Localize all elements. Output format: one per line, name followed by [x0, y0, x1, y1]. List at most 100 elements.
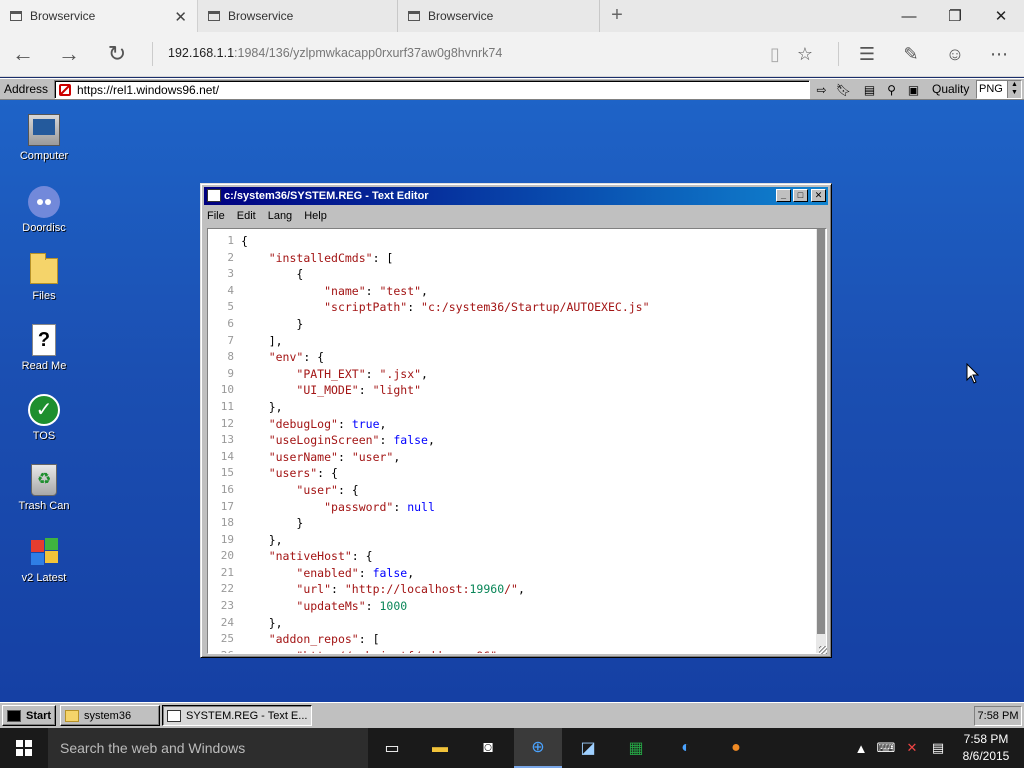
reading-view-icon[interactable]: ▯: [760, 40, 790, 68]
quality-select[interactable]: PNG ▲ ▼: [976, 80, 1022, 99]
code-line: "installedCmds": [: [268, 250, 394, 265]
file-explorer-icon[interactable]: ▬: [416, 728, 464, 768]
scrollbar-thumb[interactable]: [817, 229, 825, 634]
desktop-icon-trash[interactable]: ♻ Trash Can: [8, 464, 80, 512]
discord-icon: [28, 186, 60, 218]
ie-icon[interactable]: ◐: [662, 728, 710, 768]
code-editor[interactable]: 1 2 3 4 5 6 7 8 9 10 11 12 13 14 15 16 17 18 19 20 21 22 23 24 2…: [207, 228, 827, 654]
media-app-icon[interactable]: ●: [712, 728, 760, 768]
menu-file[interactable]: File: [205, 208, 227, 226]
show-hidden-icons-icon[interactable]: ▲: [852, 728, 870, 768]
volume-muted-icon[interactable]: ✕: [900, 728, 924, 768]
spinner-arrows-icon[interactable]: ▲ ▼: [1007, 81, 1021, 98]
resize-grip-icon[interactable]: [819, 646, 827, 654]
divider: [152, 42, 153, 66]
hub-icon[interactable]: ☰: [852, 40, 882, 68]
bookmarks-list-icon[interactable]: ▤: [860, 80, 879, 99]
code-line: "env": {: [268, 350, 325, 365]
recycle-bin-icon: ♻: [31, 464, 57, 496]
code-line: }: [241, 316, 304, 331]
restore-button[interactable]: ❐: [932, 0, 978, 32]
code-content[interactable]: { "installedCmds": [ { "name": "test", "…: [241, 233, 650, 653]
browser-tab-2[interactable]: Browservice: [198, 0, 398, 32]
desktop-icon-tos[interactable]: ✓ TOS: [8, 394, 80, 442]
feedback-smiley-icon[interactable]: ☺: [940, 40, 970, 68]
go-arrow-icon[interactable]: ⇨: [812, 80, 831, 99]
menu-edit[interactable]: Edit: [235, 208, 258, 226]
taskbar-item-text-editor[interactable]: SYSTEM.REG - Text E...: [162, 705, 312, 726]
document-icon: ?: [32, 324, 56, 356]
code-line: },: [241, 532, 283, 547]
more-options-icon[interactable]: ⋯: [984, 40, 1014, 68]
back-arrow-icon[interactable]: ←: [6, 38, 40, 70]
insecure-icon: [59, 83, 71, 96]
system-clock[interactable]: 7:58 PM 8/6/2015: [956, 731, 1016, 765]
browser-tab-1[interactable]: Browservice ✕: [0, 0, 198, 32]
store-icon[interactable]: ◙: [464, 728, 512, 768]
code-line: "PATH_EXT": ".jsx",: [296, 366, 428, 381]
url-bar[interactable]: 192.168.1.1:1984/136/yzlpmwkacapp0rxurf3…: [168, 46, 502, 60]
line-number: 4: [227, 283, 234, 297]
mouse-cursor-icon: [966, 363, 979, 384]
code-line: {: [241, 267, 304, 282]
menu-help[interactable]: Help: [302, 208, 329, 226]
line-number: 8: [227, 350, 234, 364]
desktop-icon-readme[interactable]: ? Read Me: [8, 324, 80, 372]
taskbar-item-label: SYSTEM.REG - Text E...: [186, 709, 308, 722]
desktop-icon-label: Files: [32, 290, 56, 302]
action-center-icon[interactable]: ▤: [926, 728, 950, 768]
edge-browser-icon[interactable]: ⊕: [514, 728, 562, 768]
desktop-icon-files[interactable]: Files: [8, 253, 80, 302]
clipboard-icon[interactable]: ▣: [904, 80, 923, 99]
quality-label: Quality: [932, 82, 970, 96]
menu-bar: File Edit Lang Help: [205, 208, 337, 226]
line-number: 13: [220, 433, 234, 447]
desktop-icon-v2-latest[interactable]: v2 Latest: [8, 536, 80, 584]
window-title-bar[interactable]: c:/system36/SYSTEM.REG - Text Editor _ □…: [204, 187, 828, 205]
minimize-button[interactable]: —: [886, 0, 932, 32]
find-icon[interactable]: ⚲: [882, 80, 901, 99]
maximize-button[interactable]: □: [793, 189, 808, 202]
remote-app-icon[interactable]: ◪: [564, 728, 612, 768]
code-line: {: [241, 234, 248, 248]
code-line: "url": "http://localhost:19960/",: [296, 582, 525, 597]
start-logo-icon: [7, 709, 21, 722]
close-window-button[interactable]: ✕: [978, 0, 1024, 32]
line-number: 7: [227, 333, 234, 347]
taskbar-item-system36[interactable]: system36: [60, 705, 160, 726]
close-tab-icon[interactable]: ✕: [174, 8, 187, 26]
line-number: 2: [227, 250, 234, 264]
network-icon[interactable]: ⌨: [874, 728, 898, 768]
desktop-icon-computer[interactable]: Computer: [8, 114, 80, 162]
windows-start-button[interactable]: [0, 728, 48, 768]
page-icon: [208, 11, 220, 21]
search-box[interactable]: Search the web and Windows: [48, 728, 368, 768]
line-number: 19: [220, 532, 234, 546]
refresh-icon[interactable]: ↻: [100, 38, 134, 70]
browservice-toolbar: Address https://rel1.windows96.net/ ⇨ 🔖︎…: [0, 78, 1024, 100]
excel-icon[interactable]: ▦: [612, 728, 660, 768]
line-number-gutter: 1 2 3 4 5 6 7 8 9 10 11 12 13 14 15 16 17 18 19 20 21 22 23 24 2…: [208, 233, 234, 653]
start-button[interactable]: Start: [2, 705, 56, 726]
web-note-icon[interactable]: ✎: [896, 40, 926, 68]
task-view-icon[interactable]: ▭: [368, 728, 416, 768]
address-input[interactable]: https://rel1.windows96.net/: [54, 80, 810, 99]
menu-lang[interactable]: Lang: [266, 208, 294, 226]
minimize-button[interactable]: _: [776, 189, 791, 202]
favorite-star-icon[interactable]: ☆: [790, 40, 820, 68]
notepad-icon: [207, 189, 221, 202]
forward-arrow-icon[interactable]: →: [52, 38, 86, 70]
bookmark-icon[interactable]: 🔖︎: [834, 80, 853, 99]
desktop-icon-doordisc[interactable]: Doordisc: [8, 186, 80, 234]
line-number: 21: [220, 565, 234, 579]
tab-title: Browservice: [30, 9, 96, 23]
divider: [838, 42, 839, 66]
code-line: "debugLog": true,: [268, 416, 387, 431]
windows10-taskbar: Search the web and Windows ▭ ▬ ◙ ⊕ ◪ ▦ ◐…: [0, 728, 1024, 768]
line-number: 12: [220, 416, 234, 430]
line-number: 24: [220, 615, 234, 629]
vertical-scrollbar[interactable]: [816, 229, 826, 653]
browser-tab-3[interactable]: Browservice: [398, 0, 600, 32]
new-tab-button[interactable]: +: [604, 4, 630, 27]
close-button[interactable]: ✕: [811, 189, 826, 202]
